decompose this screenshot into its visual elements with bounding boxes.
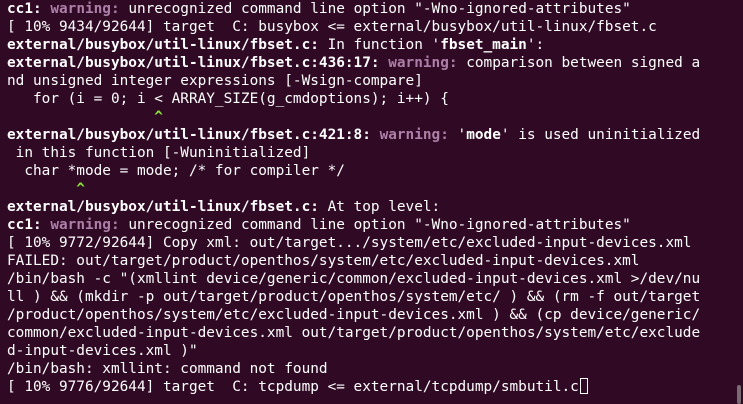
terminal-line: d-input-devices.xml )" (7, 342, 732, 360)
terminal-text: [ 10% 9434/92644] target C: busybox <= e… (7, 19, 657, 35)
terminal-text: [ 10% 9772/92644] Copy xml: out/target..… (7, 235, 692, 251)
terminal-window[interactable]: cc1: warning: unrecognized command line … (0, 0, 743, 404)
terminal-text: ll ) && (mkdir -p out/target/product/ope… (7, 289, 701, 305)
terminal-line: ^ (7, 180, 732, 198)
terminal-line: external/busybox/util-linux/fbset.c: At … (7, 198, 732, 216)
terminal-line: ^ (7, 108, 732, 126)
warning-label: warning: (388, 55, 467, 71)
scrollbar-thumb[interactable] (737, 385, 741, 404)
terminal-text: ' is used uninitialized (500, 127, 701, 143)
terminal-text: common/excluded-input-devices.xml out/ta… (7, 325, 701, 341)
terminal-text: FAILED: out/target/product/openthos/syst… (7, 253, 640, 269)
terminal-line: [ 10% 9776/92644] target C: tcpdump <= e… (7, 378, 732, 396)
terminal-line: [ 10% 9772/92644] Copy xml: out/target..… (7, 234, 732, 252)
terminal-line: cc1: warning: unrecognized command line … (7, 0, 732, 18)
terminal-line: ll ) && (mkdir -p out/target/product/ope… (7, 288, 732, 306)
terminal-line: nd unsigned integer expressions [-Wsign-… (7, 72, 732, 90)
terminal-text: ' (457, 127, 467, 143)
block-cursor-icon (579, 378, 588, 394)
terminal-text: external/busybox/util-linux/fbset.c: (7, 37, 319, 53)
terminal-text: unrecognized command line option "-Wno-i… (128, 1, 631, 17)
terminal-text: mode (466, 127, 501, 143)
error-caret: ^ (7, 109, 163, 125)
terminal-text: nd unsigned integer expressions [-Wsign-… (7, 73, 423, 89)
terminal-text: external/busybox/util-linux/fbset.c: (7, 199, 319, 215)
warning-label: warning: (50, 217, 129, 233)
terminal-line: /product/openthos/system/etc/excluded-in… (7, 306, 732, 324)
terminal-text: char *mode = mode; /* for compiler */ (7, 163, 345, 179)
terminal-output: cc1: warning: unrecognized command line … (7, 0, 732, 396)
terminal-scrollbar[interactable] (734, 0, 743, 404)
warning-label: warning: (379, 127, 458, 143)
terminal-line: in this function [-Wuninitialized] (7, 144, 732, 162)
terminal-text: comparison between signed a (466, 55, 701, 71)
warning-label: warning: (50, 1, 129, 17)
terminal-line: for (i = 0; i < ARRAY_SIZE(g_cmdoptions)… (7, 90, 732, 108)
terminal-text: /product/openthos/system/etc/excluded-in… (7, 307, 701, 323)
terminal-line: common/excluded-input-devices.xml out/ta… (7, 324, 732, 342)
terminal-text: d-input-devices.xml )" (7, 343, 198, 359)
terminal-line: external/busybox/util-linux/fbset.c: In … (7, 36, 732, 54)
terminal-text: /bin/bash: xmllint: command not found (7, 361, 328, 377)
terminal-text: external/busybox/util-linux/fbset.c:436:… (7, 55, 389, 71)
terminal-text: cc1: (7, 1, 51, 17)
terminal-text: At top level: (318, 199, 441, 215)
terminal-text: [ 10% 9776/92644] target C: tcpdump <= e… (7, 379, 579, 395)
terminal-line: cc1: warning: unrecognized command line … (7, 216, 732, 234)
terminal-text: unrecognized command line option "-Wno-i… (128, 217, 631, 233)
terminal-line: FAILED: out/target/product/openthos/syst… (7, 252, 732, 270)
terminal-text: In function ' (318, 37, 441, 53)
terminal-line: /bin/bash -c "(xmllint device/generic/co… (7, 270, 732, 288)
terminal-text: in this function [-Wuninitialized] (7, 145, 311, 161)
terminal-text: /bin/bash -c "(xmllint device/generic/co… (7, 271, 701, 287)
terminal-text: cc1: (7, 217, 51, 233)
terminal-line: [ 10% 9434/92644] target C: busybox <= e… (7, 18, 732, 36)
terminal-line: /bin/bash: xmllint: command not found (7, 360, 732, 378)
terminal-text: fbset_main (440, 37, 527, 53)
terminal-line: external/busybox/util-linux/fbset.c:421:… (7, 126, 732, 144)
terminal-line: char *mode = mode; /* for compiler */ (7, 162, 732, 180)
terminal-text: external/busybox/util-linux/fbset.c:421:… (7, 127, 380, 143)
terminal-text: ': (526, 37, 545, 53)
error-caret: ^ (7, 181, 85, 197)
terminal-text: for (i = 0; i < ARRAY_SIZE(g_cmdoptions)… (7, 91, 449, 107)
terminal-line: external/busybox/util-linux/fbset.c:436:… (7, 54, 732, 72)
